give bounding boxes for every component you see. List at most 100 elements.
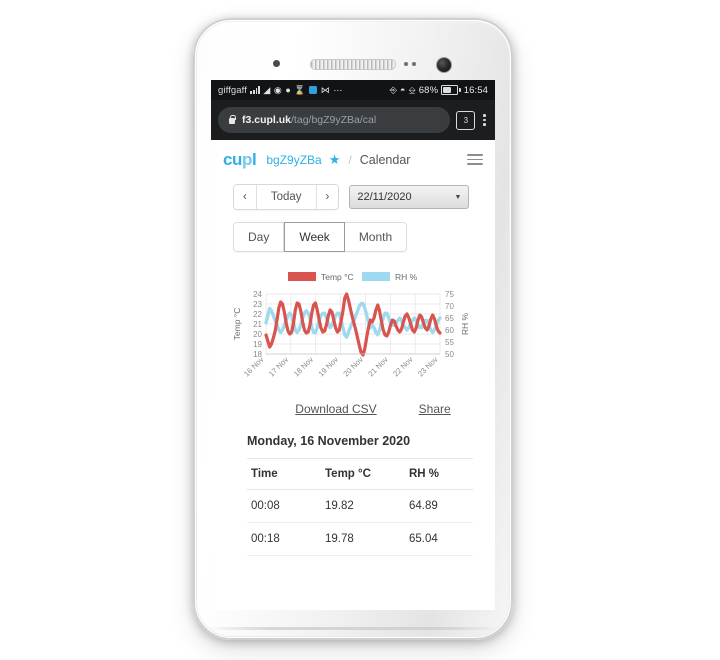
- url-host: f3.cupl.uk: [242, 114, 292, 126]
- earpiece-speaker-icon: [310, 59, 396, 70]
- svg-text:RH %: RH %: [395, 272, 418, 282]
- svg-text:23: 23: [253, 300, 262, 309]
- vibrate-icon: ⎒: [408, 84, 416, 95]
- table-head: Time Temp °C RH %: [247, 458, 473, 490]
- status-bar-clock: 16:54: [463, 84, 488, 96]
- svg-text:RH %: RH %: [460, 312, 470, 335]
- logo-part-3: l: [252, 150, 257, 169]
- hamburger-menu-icon[interactable]: [467, 153, 483, 166]
- calendar-nav-group: ‹ Today ›: [233, 184, 340, 210]
- day-title: Monday, 16 November 2020: [247, 434, 411, 448]
- prev-period-button[interactable]: ‹: [234, 185, 257, 209]
- lock-icon: [228, 115, 236, 125]
- tab-week[interactable]: Week: [284, 222, 345, 252]
- app-notification-icon: [309, 86, 318, 94]
- range-tab-group: Day Week Month: [233, 222, 408, 252]
- chart-svg: Temp °C RH %1819202122232450556065707516 …: [232, 272, 470, 379]
- svg-text:21: 21: [253, 320, 262, 329]
- svg-text:19: 19: [253, 340, 262, 349]
- proximity-sensor-icon: [273, 60, 280, 67]
- tab-day[interactable]: Day: [233, 222, 285, 252]
- svg-text:21 Nov: 21 Nov: [366, 355, 390, 379]
- svg-text:17 Nov: 17 Nov: [267, 355, 291, 379]
- url-path: /tag/bgZ9yZBa/cal: [291, 114, 377, 126]
- more-notifications-icon: ⋯: [333, 84, 343, 95]
- download-icon: ⌛: [294, 84, 306, 95]
- tab-count-button[interactable]: 3: [456, 110, 476, 130]
- battery-percent-label: 68%: [418, 84, 439, 96]
- cell-time: 00:08: [247, 489, 321, 523]
- svg-text:65: 65: [445, 314, 454, 323]
- status-bar-right: ⎆ ◓ ⎒ 68% 16:54: [390, 85, 488, 96]
- nfc-icon: ⎆: [389, 84, 398, 95]
- action-links: Download CSV Share: [233, 402, 473, 416]
- address-bar[interactable]: f3.cupl.uk/tag/bgZ9yZBa/cal: [218, 107, 451, 133]
- status-bar-left: giffgaff ◢ ◉ ● ⌛ ⋈ ⋯: [218, 85, 342, 96]
- page-bottom-fade: [211, 588, 495, 610]
- column-header-rh: RH %: [405, 458, 473, 490]
- cell-time: 00:18: [247, 522, 321, 556]
- signal-icon: [250, 86, 260, 94]
- wifi-icon: ◢: [263, 84, 271, 95]
- table-row: 00:08 19.82 64.89: [247, 489, 473, 523]
- device-bottom-edge: [205, 627, 501, 630]
- battery-icon: [441, 85, 461, 95]
- svg-text:18 Nov: 18 Nov: [292, 355, 316, 379]
- svg-text:55: 55: [445, 338, 454, 347]
- bluetooth-icon: ◓: [400, 84, 406, 95]
- svg-text:60: 60: [445, 326, 454, 335]
- app-header: cupl bgZ9yZBa ★ / Calendar: [211, 140, 495, 177]
- mail-icon: ⋈: [320, 84, 330, 95]
- svg-text:Temp °C: Temp °C: [321, 272, 354, 282]
- screenshot-stage: giffgaff ◢ ◉ ● ⌛ ⋈ ⋯ ⎆ ◓ ⎒ 68% 16:54 f3.…: [0, 0, 720, 660]
- cell-temp: 19.78: [321, 522, 405, 556]
- table-header-row: Time Temp °C RH %: [247, 458, 473, 490]
- logo-part-2: p: [242, 150, 253, 169]
- table-row: 00:18 19.78 65.04: [247, 522, 473, 556]
- browser-toolbar: f3.cupl.uk/tag/bgZ9yZBa/cal 3: [211, 100, 495, 140]
- chart-container: Temp °C RH % 18 19 20 21 22 23 24 50 55 60 65 70 75 16 …: [230, 268, 476, 388]
- today-button[interactable]: Today: [256, 185, 317, 209]
- download-csv-link[interactable]: Download CSV: [295, 402, 376, 416]
- share-link[interactable]: Share: [419, 402, 451, 416]
- status-bar: giffgaff ◢ ◉ ● ⌛ ⋈ ⋯ ⎆ ◓ ⎒ 68% 16:54: [211, 80, 495, 100]
- cupl-logo[interactable]: cupl: [223, 150, 257, 169]
- front-camera-icon: [436, 57, 452, 73]
- light-sensor-icon: [404, 62, 408, 66]
- svg-text:24: 24: [253, 290, 262, 299]
- table-body: 00:08 19.82 64.89 00:18 19.78 65.04: [247, 489, 473, 556]
- web-page: cupl bgZ9yZBa ★ / Calendar ‹ Today › 22/…: [211, 140, 495, 610]
- cell-rh: 65.04: [405, 522, 473, 556]
- svg-text:20 Nov: 20 Nov: [341, 355, 365, 379]
- column-header-time: Time: [247, 458, 321, 490]
- favourite-star-icon[interactable]: ★: [329, 152, 341, 168]
- svg-text:Temp °C: Temp °C: [232, 308, 242, 341]
- breadcrumb-calendar: Calendar: [359, 152, 411, 167]
- data-saver-icon: ●: [285, 84, 291, 95]
- svg-text:20: 20: [253, 330, 262, 339]
- phone-device: giffgaff ◢ ◉ ● ⌛ ⋈ ⋯ ⎆ ◓ ⎒ 68% 16:54 f3.…: [193, 18, 513, 640]
- svg-text:22 Nov: 22 Nov: [391, 355, 415, 379]
- logo-part-1: cu: [223, 150, 243, 169]
- svg-text:75: 75: [445, 290, 454, 299]
- do-not-disturb-icon: ◉: [273, 84, 282, 95]
- calendar-nav-row: ‹ Today › 22/11/2020 ▼: [233, 184, 473, 210]
- svg-text:50: 50: [445, 350, 454, 359]
- breadcrumb-separator: /: [348, 152, 352, 167]
- next-period-button[interactable]: ›: [316, 185, 339, 209]
- kebab-menu-icon[interactable]: [481, 113, 488, 127]
- svg-text:19 Nov: 19 Nov: [317, 355, 341, 379]
- url-text: f3.cupl.uk/tag/bgZ9yZBa/cal: [242, 114, 376, 126]
- svg-text:23 Nov: 23 Nov: [416, 355, 440, 379]
- tab-month[interactable]: Month: [344, 222, 408, 252]
- breadcrumb-tag-link[interactable]: bgZ9yZBa: [266, 153, 321, 167]
- column-header-temp: Temp °C: [321, 458, 405, 490]
- temp-rh-chart[interactable]: Temp °C RH % 18 19 20 21 22 23 24 50 55 60 65 70 75 16 …: [230, 268, 476, 388]
- carrier-label: giffgaff: [218, 84, 247, 96]
- svg-text:22: 22: [253, 310, 262, 319]
- svg-text:70: 70: [445, 302, 454, 311]
- readings-table: Time Temp °C RH % 00:08 19.82 64.89 00:1…: [247, 458, 473, 556]
- notification-led-icon: [412, 62, 416, 66]
- date-select[interactable]: 22/11/2020 ▼: [349, 185, 470, 209]
- phone-screen: giffgaff ◢ ◉ ● ⌛ ⋈ ⋯ ⎆ ◓ ⎒ 68% 16:54 f3.…: [211, 80, 495, 610]
